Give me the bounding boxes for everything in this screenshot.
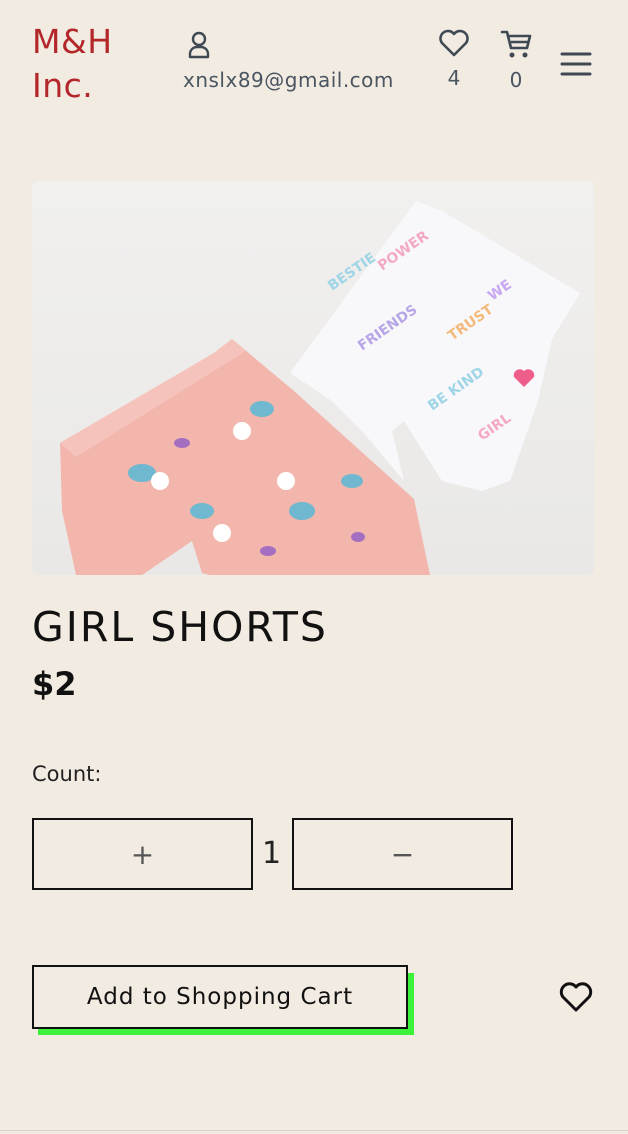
brand-line-2: Inc. bbox=[32, 66, 94, 105]
cart-count: 0 bbox=[509, 68, 523, 92]
brand-logo[interactable]: M&H Inc. bbox=[32, 20, 162, 108]
favorite-heart-icon[interactable] bbox=[558, 980, 594, 1014]
quantity-label: Count: bbox=[32, 762, 102, 786]
product-title: GIRL SHORTS bbox=[32, 603, 328, 651]
quantity-value: 1 bbox=[262, 836, 282, 871]
product-price: $2 bbox=[32, 665, 77, 703]
menu-icon[interactable] bbox=[560, 50, 592, 78]
user-icon bbox=[188, 31, 210, 59]
site-header: M&H Inc. xnslx89@gmail.com 4 0 bbox=[0, 0, 628, 130]
add-to-cart-button[interactable]: Add to Shopping Cart bbox=[32, 965, 408, 1029]
cart-link[interactable]: 0 bbox=[496, 28, 536, 92]
cart-icon bbox=[500, 30, 532, 58]
wishlist-count: 4 bbox=[447, 66, 461, 90]
product-photo: BESTIE POWER FRIENDS TRUST BE KIND WE GI… bbox=[60, 201, 580, 575]
decrease-quantity-button[interactable]: − bbox=[292, 818, 513, 890]
add-to-cart-wrapper: Add to Shopping Cart bbox=[32, 965, 414, 1037]
account-email: xnslx89@gmail.com bbox=[183, 68, 394, 92]
wishlist-link[interactable]: 4 bbox=[434, 28, 474, 90]
increase-quantity-button[interactable]: + bbox=[32, 818, 253, 890]
product-image[interactable]: BESTIE POWER FRIENDS TRUST BE KIND WE GI… bbox=[32, 181, 594, 575]
brand-line-1: M&H bbox=[32, 22, 113, 61]
divider bbox=[0, 1130, 628, 1131]
heart-icon bbox=[439, 29, 469, 57]
